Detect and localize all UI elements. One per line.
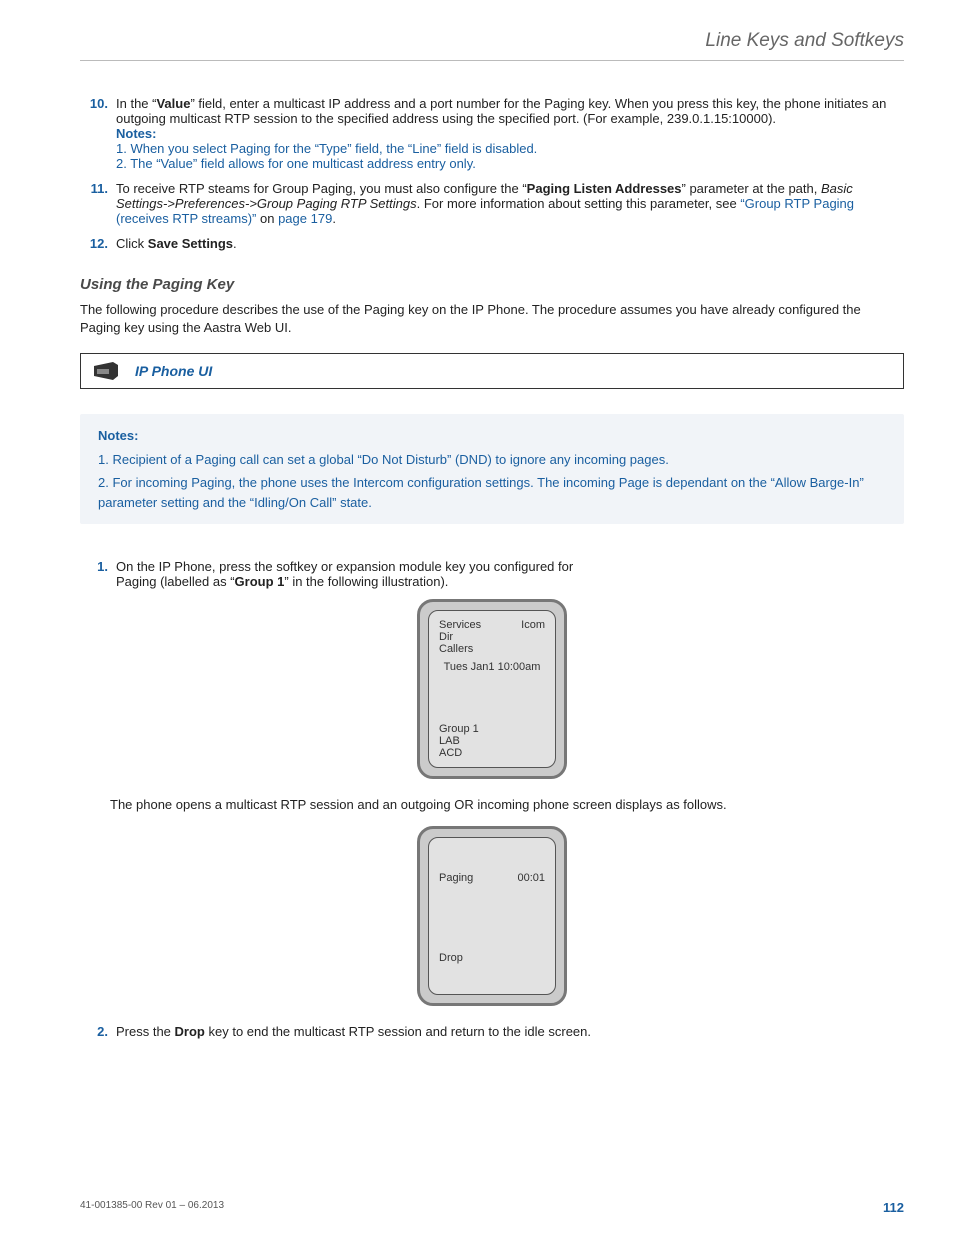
phone-icon <box>91 360 121 382</box>
softkey-label: Services <box>439 619 481 631</box>
text: To receive RTP steams for Group Paging, … <box>116 181 527 196</box>
notes-box: Notes: 1. Recipient of a Paging call can… <box>80 414 904 524</box>
step-body: To receive RTP steams for Group Paging, … <box>112 181 904 226</box>
step-number: 2. <box>80 1024 112 1039</box>
text: ” in the following illustration). <box>284 574 448 589</box>
softkey-label: Callers <box>439 643 545 655</box>
step-body: In the “Value” field, enter a multicast … <box>112 96 904 171</box>
text: Press the <box>116 1024 175 1039</box>
key-name: Drop <box>175 1024 205 1039</box>
step-body: On the IP Phone, press the softkey or ex… <box>112 559 904 589</box>
step-body: Press the Drop key to end the multicast … <box>112 1024 904 1039</box>
step-number: 1. <box>80 559 112 589</box>
phone-screen-paging: Paging 00:01 Drop <box>417 826 567 1006</box>
ui-box-label: IP Phone UI <box>135 363 212 379</box>
phone-screen-idle: Services Icom Dir Callers Tues Jan1 10:0… <box>417 599 567 779</box>
softkey-label: Group 1 <box>439 723 479 735</box>
page-ref-link[interactable]: page 179 <box>278 211 332 226</box>
step-10: 10. In the “Value” field, enter a multic… <box>80 96 904 171</box>
softkey-label: LAB <box>439 735 479 747</box>
note-line: 2. The “Value” field allows for one mult… <box>116 156 904 171</box>
text: . For more information about setting thi… <box>417 196 741 211</box>
text: On the IP Phone, press the softkey or ex… <box>116 559 904 574</box>
text: Click <box>116 236 148 251</box>
softkey-label: Drop <box>439 952 463 964</box>
note-line: 1. Recipient of a Paging call can set a … <box>98 450 886 470</box>
datetime: Tues Jan1 10:00am <box>439 661 545 673</box>
softkey-label: ACD <box>439 747 479 759</box>
page-footer: 41-001385-00 Rev 01 – 06.2013 112 <box>80 1200 904 1215</box>
text: ” parameter at the path, <box>682 181 821 196</box>
notes-title: Notes: <box>98 426 886 446</box>
page-header: Line Keys and Softkeys <box>80 30 904 61</box>
page-number: 112 <box>883 1200 904 1215</box>
text: Paging (labelled as “ <box>116 574 235 589</box>
step-body: Click Save Settings. <box>112 236 904 251</box>
param-name: Paging Listen Addresses <box>527 181 682 196</box>
step-number: 11. <box>80 181 112 226</box>
text: . <box>332 211 336 226</box>
text: In the “ <box>116 96 156 111</box>
step-number: 12. <box>80 236 112 251</box>
doc-revision: 41-001385-00 Rev 01 – 06.2013 <box>80 1200 224 1215</box>
text: ” field, enter a multicast IP address an… <box>116 96 886 126</box>
note-line: 1. When you select Paging for the “Type”… <box>116 141 904 156</box>
timer: 00:01 <box>517 872 545 884</box>
text: key to end the multicast RTP session and… <box>205 1024 591 1039</box>
ip-phone-ui-box: IP Phone UI <box>80 353 904 389</box>
subheading-using-paging-key: Using the Paging Key <box>80 276 904 293</box>
action-name: Save Settings <box>148 236 233 251</box>
step-11: 11. To receive RTP steams for Group Pagi… <box>80 181 904 226</box>
text: on <box>256 211 278 226</box>
procedure-intro: The following procedure describes the us… <box>80 301 904 337</box>
proc-step-1: 1. On the IP Phone, press the softkey or… <box>80 559 904 589</box>
status-label: Paging <box>439 872 473 884</box>
step-12: 12. Click Save Settings. <box>80 236 904 251</box>
notes-label: Notes: <box>116 126 156 141</box>
softkey-label: Dir <box>439 631 545 643</box>
text: . <box>233 236 237 251</box>
proc-step-2: 2. Press the Drop key to end the multica… <box>80 1024 904 1039</box>
step-number: 10. <box>80 96 112 171</box>
label: Group 1 <box>235 574 285 589</box>
result-text: The phone opens a multicast RTP session … <box>110 797 904 812</box>
field-name: Value <box>156 96 190 111</box>
softkey-label: Icom <box>521 619 545 631</box>
note-line: 2. For incoming Paging, the phone uses t… <box>98 473 886 512</box>
